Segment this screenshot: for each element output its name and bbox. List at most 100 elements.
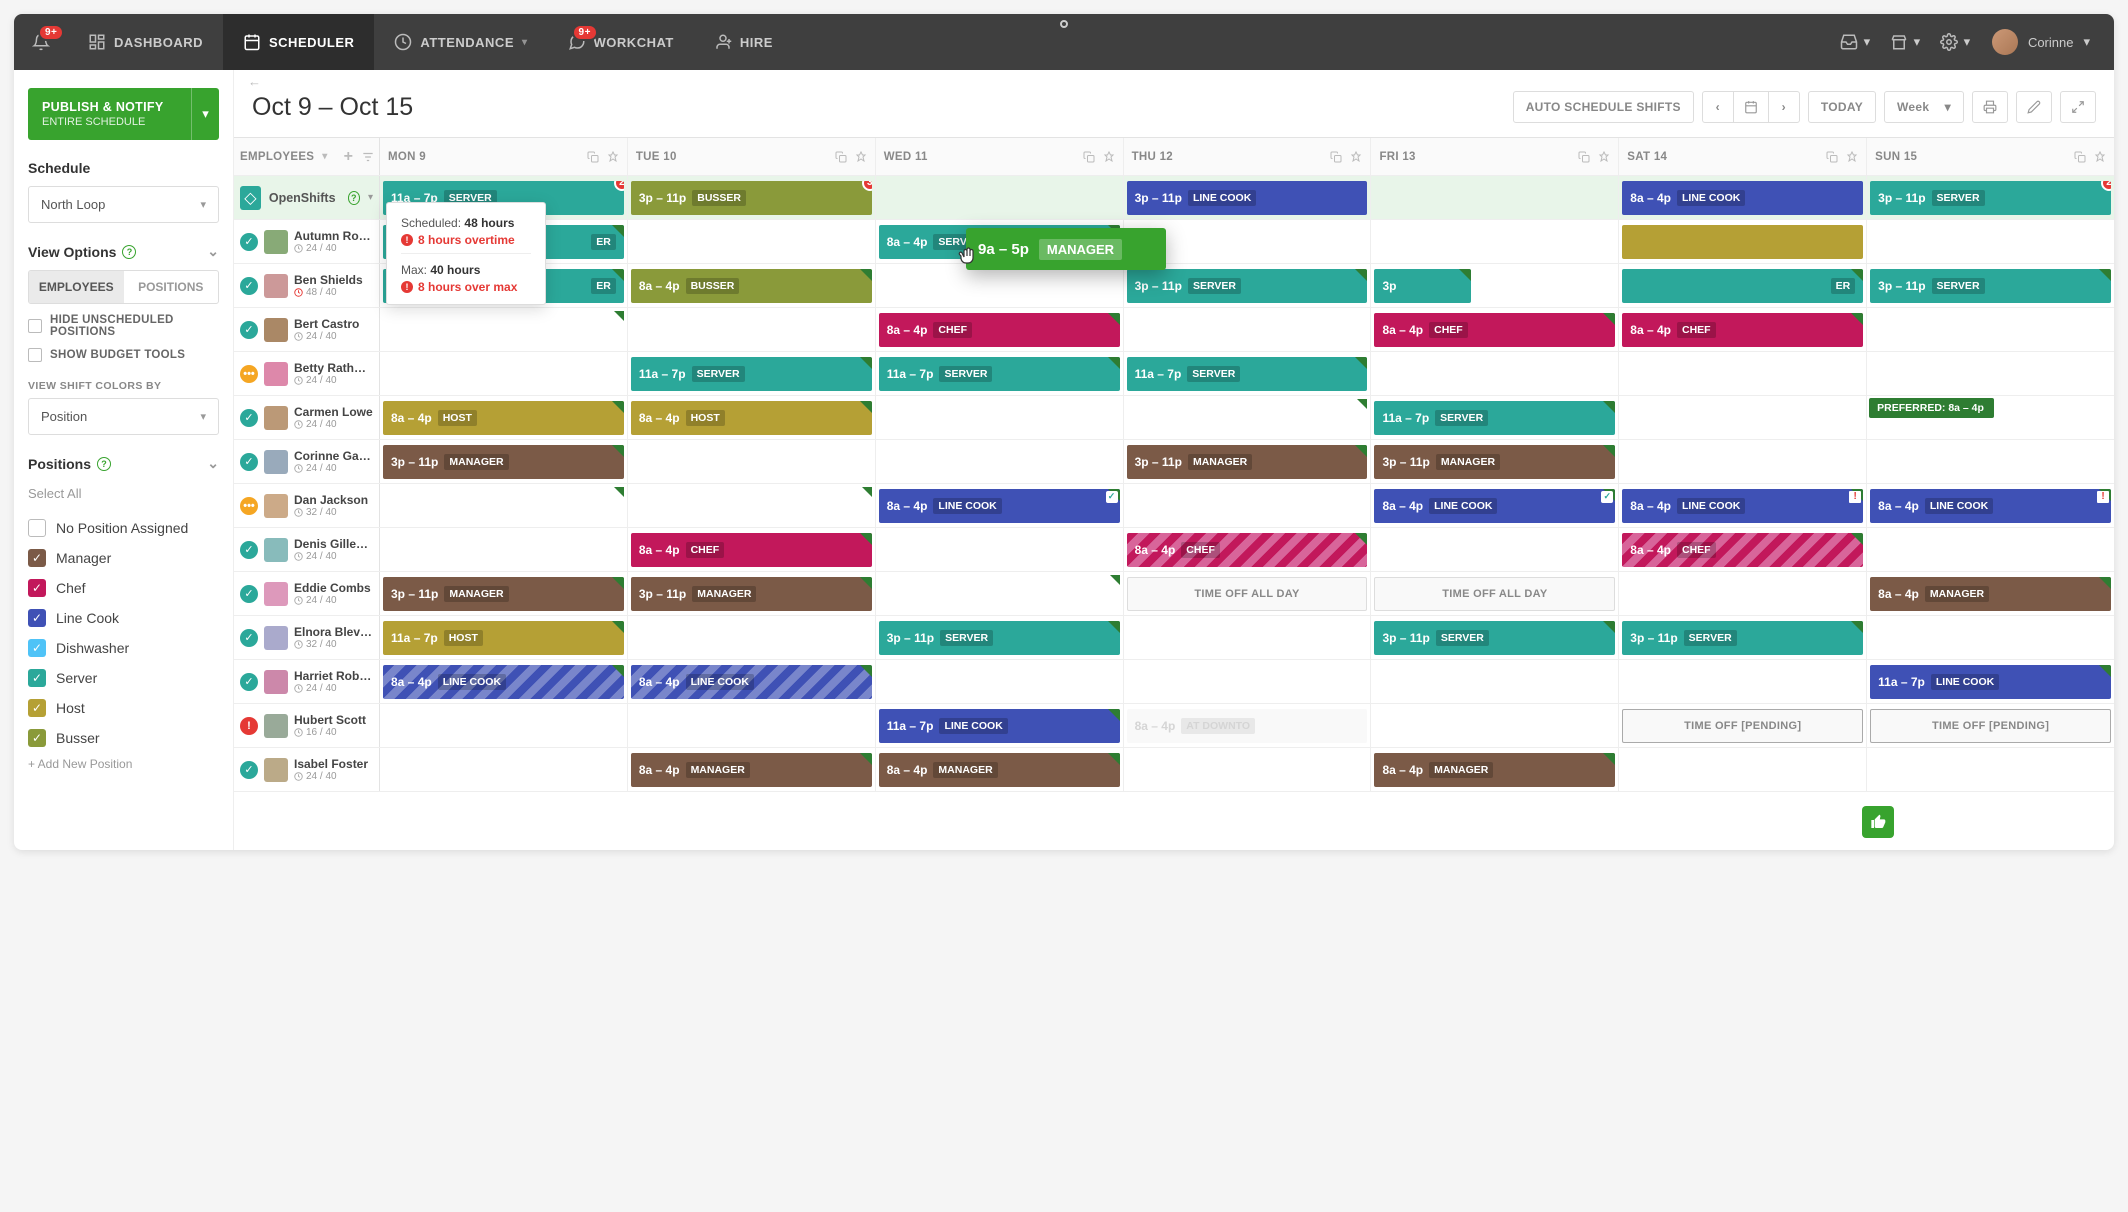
day-cell[interactable]: 8a – 4pLINE COOK xyxy=(1619,176,1867,219)
view-mode-select[interactable]: Week ▾ xyxy=(1884,91,1964,123)
openshift-block[interactable]: 3p – 11pLINE COOK xyxy=(1127,181,1368,215)
day-cell[interactable] xyxy=(1124,748,1372,791)
day-cell[interactable]: 8a – 4pCHEF xyxy=(876,308,1124,351)
pin-day-icon[interactable] xyxy=(2094,151,2106,163)
shift-block[interactable]: 8a – 4pCHEF xyxy=(631,533,872,567)
position-row[interactable]: ✓Manager xyxy=(28,543,219,573)
shift-block[interactable]: 8a – 4pLINE COOK xyxy=(631,665,872,699)
day-cell[interactable] xyxy=(380,484,628,527)
day-cell[interactable]: 3p – 11pSERVER xyxy=(1124,264,1372,307)
day-cell[interactable] xyxy=(1371,352,1619,395)
day-cell[interactable] xyxy=(380,704,628,747)
employee-cell[interactable]: •••Dan Jackson32 / 40 xyxy=(234,484,380,527)
view-options-heading[interactable]: View Options ? ⌄ xyxy=(28,243,219,260)
day-cell[interactable]: 8a – 4pHOST xyxy=(628,396,876,439)
day-cell[interactable] xyxy=(1867,528,2114,571)
positions-heading[interactable]: Positions ? ⌄ xyxy=(28,455,219,472)
copy-day-icon[interactable] xyxy=(1330,151,1342,163)
position-row[interactable]: ✓Host xyxy=(28,693,219,723)
day-cell[interactable] xyxy=(1124,308,1372,351)
timeoff-block[interactable]: TIME OFF [PENDING] xyxy=(1622,709,1863,743)
shift-block[interactable]: 8a – 4pCHEF xyxy=(1127,533,1368,567)
day-cell[interactable]: 11a – 7pLINE COOK xyxy=(1867,660,2114,703)
shift-block[interactable]: 11a – 7pSERVER xyxy=(1127,357,1368,391)
openshift-block[interactable]: 3p – 11pBUSSER3 xyxy=(631,181,872,215)
day-cell[interactable]: 8a – 4pCHEF xyxy=(1619,528,1867,571)
publish-dropdown[interactable]: ▾ xyxy=(191,88,219,140)
position-row[interactable]: No Position Assigned xyxy=(28,513,219,543)
day-cell[interactable] xyxy=(628,704,876,747)
day-cell[interactable] xyxy=(1867,748,2114,791)
day-cell[interactable] xyxy=(380,748,628,791)
day-cell[interactable]: 8a – 4pMANAGER xyxy=(1371,748,1619,791)
day-cell[interactable] xyxy=(628,484,876,527)
day-cell[interactable]: 8a – 4pCHEF xyxy=(1619,308,1867,351)
seg-positions[interactable]: POSITIONS xyxy=(124,271,219,303)
day-cell[interactable] xyxy=(628,308,876,351)
openshift-block[interactable]: 8a – 4pLINE COOK xyxy=(1622,181,1863,215)
day-cell[interactable]: 8a – 4pMANAGER xyxy=(1867,572,2114,615)
shift-block[interactable]: 3p – 11pSERVER xyxy=(1374,621,1615,655)
nav-attendance[interactable]: ATTENDANCE▾ xyxy=(374,14,547,70)
day-cell[interactable]: 3p xyxy=(1371,264,1619,307)
day-cell[interactable] xyxy=(628,220,876,263)
nav-workchat[interactable]: WORKCHAT9+ xyxy=(548,14,694,70)
copy-day-icon[interactable] xyxy=(1578,151,1590,163)
collapse-icon[interactable]: ⌄ xyxy=(207,455,219,472)
day-cell[interactable]: 3p – 11pMANAGER xyxy=(1371,440,1619,483)
pin-day-icon[interactable] xyxy=(1103,151,1115,163)
day-cell[interactable] xyxy=(628,440,876,483)
shift-block[interactable]: 8a – 4pHOST xyxy=(631,401,872,435)
edit-button[interactable] xyxy=(2016,91,2052,123)
copy-day-icon[interactable] xyxy=(1083,151,1095,163)
employee-cell[interactable]: !Hubert Scott16 / 40 xyxy=(234,704,380,747)
employee-cell[interactable]: ✓Autumn Ro…24 / 40 xyxy=(234,220,380,263)
feedback-button[interactable] xyxy=(1862,806,1894,838)
day-cell[interactable] xyxy=(876,660,1124,703)
day-cell[interactable]: 3p – 11pSERVER2 xyxy=(1867,176,2114,219)
dragging-shift[interactable]: 9a – 5p MANAGER xyxy=(966,228,1166,270)
employee-cell[interactable]: ✓Harriet Roberts24 / 40 xyxy=(234,660,380,703)
shift-block[interactable]: 3p – 11pSERVER xyxy=(879,621,1120,655)
employee-cell[interactable]: ✓Bert Castro24 / 40 xyxy=(234,308,380,351)
fullscreen-button[interactable] xyxy=(2060,91,2096,123)
day-cell[interactable]: 8a – 4pLINE COOK✓ xyxy=(876,484,1124,527)
auto-schedule-button[interactable]: AUTO SCHEDULE SHIFTS xyxy=(1513,91,1694,123)
shift-block[interactable]: 3p – 11pMANAGER xyxy=(631,577,872,611)
day-cell[interactable]: 3p – 11pSERVER xyxy=(1371,616,1619,659)
sort-icon[interactable]: ▾ xyxy=(322,151,327,162)
day-cell[interactable] xyxy=(876,264,1124,307)
nav-settings[interactable]: ▾ xyxy=(1930,14,1980,70)
day-cell[interactable]: 11a – 7pLINE COOK xyxy=(876,704,1124,747)
day-cell[interactable] xyxy=(1124,484,1372,527)
timeoff-block[interactable]: TIME OFF [PENDING] xyxy=(1870,709,2111,743)
next-week-button[interactable]: › xyxy=(1768,91,1800,123)
day-cell[interactable]: 8a – 4pLINE COOK! xyxy=(1867,484,2114,527)
day-cell[interactable]: 8a – 4pLINE COOK xyxy=(628,660,876,703)
position-row[interactable]: ✓Line Cook xyxy=(28,603,219,633)
employee-cell[interactable]: ✓Elnora Blevins32 / 40 xyxy=(234,616,380,659)
day-cell[interactable]: 11a – 7pSERVER xyxy=(628,352,876,395)
day-cell[interactable] xyxy=(1124,396,1372,439)
hide-unscheduled-checkbox[interactable]: HIDE UNSCHEDULED POSITIONS xyxy=(28,314,219,338)
day-cell[interactable]: 8a – 4pLINE COOK xyxy=(380,660,628,703)
day-cell[interactable]: 3p – 11pMANAGER xyxy=(380,572,628,615)
shift-block[interactable]: 8a – 4pCHEF xyxy=(1374,313,1615,347)
day-cell[interactable]: 8a – 4pMANAGER xyxy=(628,748,876,791)
nav-notifications[interactable]: 9+ xyxy=(14,14,68,70)
shift-block[interactable]: 11a – 7pSERVER xyxy=(1374,401,1615,435)
shift-block[interactable]: 3p xyxy=(1374,269,1470,303)
openshift-block[interactable]: 3p – 11pSERVER2 xyxy=(1870,181,2111,215)
shift-block[interactable]: 3p – 11pMANAGER xyxy=(383,577,624,611)
day-cell[interactable] xyxy=(1867,440,2114,483)
shift-block[interactable]: 8a – 4pLINE COOK✓ xyxy=(879,489,1120,523)
day-cell[interactable] xyxy=(876,396,1124,439)
employee-cell[interactable]: ✓Carmen Lowe24 / 40 xyxy=(234,396,380,439)
day-cell[interactable] xyxy=(1867,308,2114,351)
day-cell[interactable]: 3p – 11pLINE COOK xyxy=(1124,176,1372,219)
help-icon[interactable]: ? xyxy=(122,245,136,259)
pin-day-icon[interactable] xyxy=(607,151,619,163)
shift-block[interactable]: 3p – 11pMANAGER xyxy=(383,445,624,479)
help-icon[interactable]: ? xyxy=(348,191,360,205)
day-cell[interactable] xyxy=(1619,748,1867,791)
